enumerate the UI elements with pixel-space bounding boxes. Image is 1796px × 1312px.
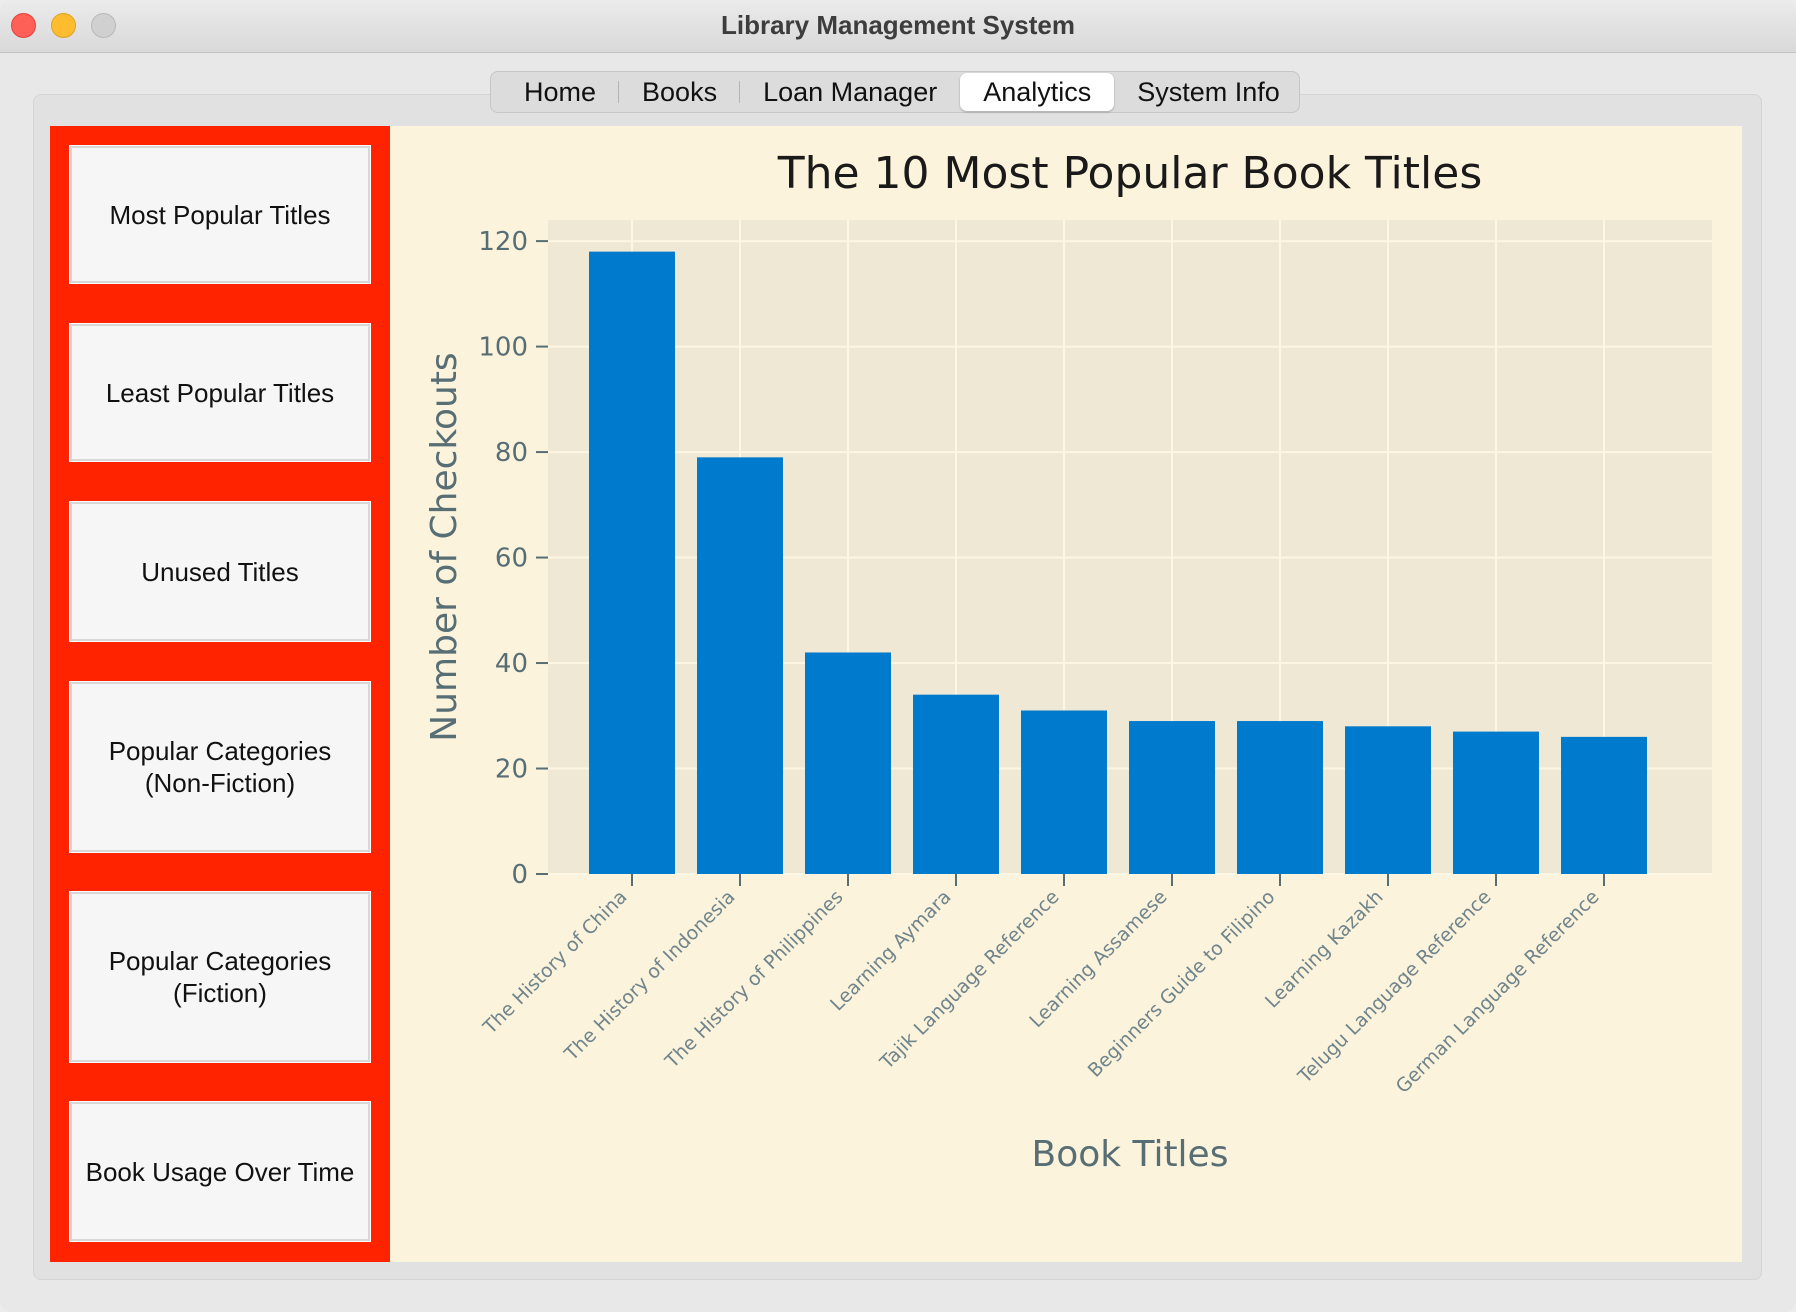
bar bbox=[1453, 731, 1539, 874]
app-window: Library Management System Home Books Loa… bbox=[0, 0, 1796, 1312]
y-tick-label: 120 bbox=[478, 227, 528, 257]
x-tick-label: Learning Aymara bbox=[826, 886, 955, 1015]
y-tick-label: 60 bbox=[495, 544, 528, 574]
bar bbox=[1237, 721, 1323, 874]
most-popular-titles-button[interactable]: Most Popular Titles bbox=[69, 145, 371, 284]
chart-area: 0 20 40 60 80 100 120 The History of China The … bbox=[390, 126, 1742, 1262]
analytics-sidebar: Most Popular Titles Least Popular Titles… bbox=[50, 126, 390, 1262]
x-tick-label: Tajik Language Reference bbox=[875, 886, 1063, 1074]
popular-categories-nonfiction-button[interactable]: Popular Categories (Non-Fiction) bbox=[69, 681, 371, 853]
bar bbox=[589, 251, 675, 875]
x-tick-label: The History of Philippines bbox=[660, 886, 847, 1073]
bar bbox=[1345, 726, 1431, 874]
tab-system-info[interactable]: System Info bbox=[1114, 73, 1303, 111]
y-tick-label: 20 bbox=[495, 755, 528, 785]
bar bbox=[1561, 736, 1647, 874]
bar bbox=[1129, 721, 1215, 874]
bar bbox=[697, 457, 783, 874]
tab-loan-manager[interactable]: Loan Manager bbox=[740, 73, 960, 111]
x-tick-label: German Language Reference bbox=[1392, 886, 1604, 1098]
y-tick-label: 100 bbox=[478, 333, 528, 363]
y-axis-label: Number of Checkouts bbox=[424, 352, 465, 741]
bar bbox=[1021, 710, 1107, 874]
least-popular-titles-button[interactable]: Least Popular Titles bbox=[69, 323, 371, 462]
chart-title: The 10 Most Popular Book Titles bbox=[777, 148, 1483, 199]
bar bbox=[805, 652, 891, 874]
tab-bar: Home Books Loan Manager Analytics System… bbox=[490, 71, 1300, 113]
tab-books[interactable]: Books bbox=[619, 73, 741, 111]
tab-analytics[interactable]: Analytics bbox=[960, 73, 1115, 111]
x-axis-label: Book Titles bbox=[1032, 1134, 1229, 1175]
y-tick-label: 0 bbox=[511, 860, 528, 890]
popular-titles-chart: 020406080100120 The History of ChinaThe … bbox=[424, 148, 1712, 1175]
bar bbox=[913, 694, 999, 874]
x-tick-label: Learning Kazakh bbox=[1261, 886, 1388, 1013]
x-tick-label: Telugu Language Reference bbox=[1293, 886, 1495, 1088]
x-tick-label: The History of Indonesia bbox=[560, 886, 740, 1066]
y-tick-label: 80 bbox=[495, 438, 528, 468]
title-bar: Library Management System bbox=[0, 0, 1796, 53]
x-tick-label: Beginners Guide to Filipino bbox=[1084, 886, 1280, 1082]
y-tick-label: 40 bbox=[495, 649, 528, 679]
popular-categories-fiction-button[interactable]: Popular Categories (Fiction) bbox=[69, 891, 371, 1063]
tab-home[interactable]: Home bbox=[501, 73, 620, 111]
unused-titles-button[interactable]: Unused Titles bbox=[69, 501, 371, 642]
book-usage-over-time-button[interactable]: Book Usage Over Time bbox=[69, 1101, 371, 1242]
window-title: Library Management System bbox=[720, 10, 1075, 40]
